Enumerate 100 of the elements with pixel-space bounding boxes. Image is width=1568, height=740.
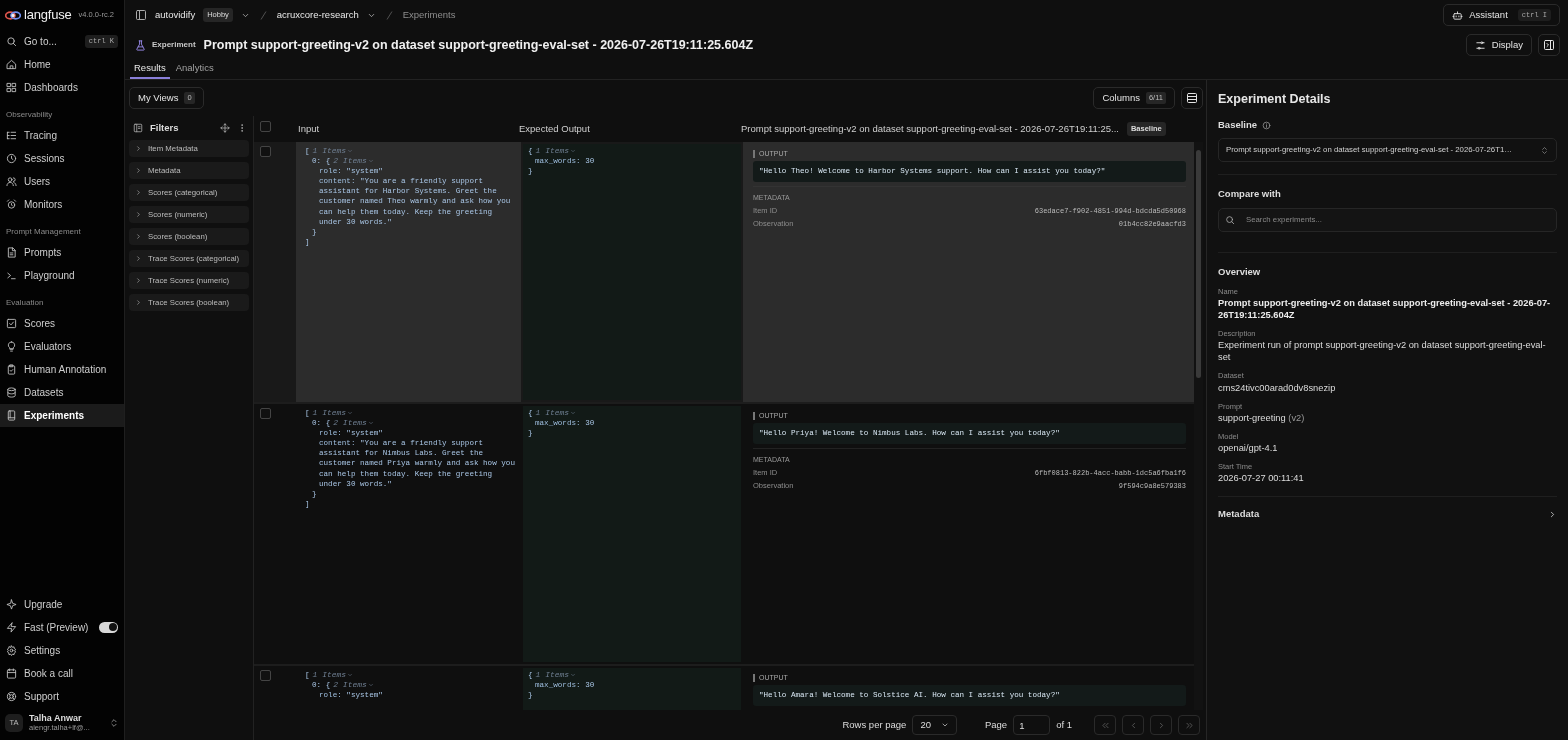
sidebar-item[interactable]: Datasets	[0, 381, 124, 404]
chevron-down-icon	[367, 681, 374, 688]
chevron-down-icon	[347, 147, 354, 154]
item-count-toggle[interactable]: 1 Items	[532, 408, 577, 417]
sidebar-item[interactable]: Dashboards	[0, 76, 124, 99]
home-icon	[6, 59, 17, 70]
item-count-toggle[interactable]: 1 Items	[532, 146, 577, 155]
settings-icon	[6, 644, 17, 656]
field-value: openai/gpt-4.1	[1218, 442, 1279, 454]
sidebar-item[interactable]: Prompts	[0, 241, 124, 264]
logo-icon	[5, 9, 21, 21]
field-value: Prompt support-greeting-v2 on dataset support-greeting-eval-set - 2026-07-26T19:11:25.604Z	[1218, 297, 1552, 321]
field-label: Compare with	[1218, 187, 1281, 202]
field-value: 2026-07-27 00:11:41	[1218, 472, 1305, 485]
toggle-switch[interactable]	[99, 621, 118, 633]
lightbulb-icon	[6, 341, 17, 352]
lightning-icon	[6, 621, 17, 633]
sidebar-item[interactable]: Settings	[0, 638, 124, 662]
section-label: Observability	[5, 109, 54, 121]
page-kind-label: Experiment	[152, 39, 196, 51]
sidebar-item[interactable]: Monitors	[0, 193, 124, 216]
sidebar-toggle-icon	[135, 9, 147, 21]
user-name: Talha Anwar	[29, 713, 83, 724]
search-icon	[6, 36, 17, 47]
sidebar-toggle-button[interactable]	[135, 9, 147, 21]
chevron-up-down-icon[interactable]	[109, 717, 119, 728]
rows-per-page-select[interactable]: 20	[912, 715, 957, 735]
column-header: Prompt support-greeting-v2 on dataset support-greeting-eval-set - 2026-07-26T19:11:25...	[741, 121, 1119, 136]
first-page-button[interactable]	[1094, 715, 1116, 735]
chevron-up-down-icon	[1540, 145, 1549, 155]
column-header: Expected Output	[519, 122, 590, 134]
checkbox[interactable]	[260, 121, 271, 133]
item-count-toggle[interactable]: 1 Items	[532, 670, 577, 679]
column-header: Input	[298, 122, 320, 134]
display-button[interactable]: Display	[1465, 34, 1532, 56]
last-page-button[interactable]	[1178, 715, 1200, 735]
page-input[interactable]: 1	[1013, 715, 1051, 735]
table-row[interactable]	[254, 142, 1194, 404]
checkbox-icon	[6, 318, 17, 329]
item-count-toggle[interactable]: 1 Items	[309, 408, 354, 417]
metadata-expander[interactable]: Metadata	[1218, 507, 1557, 522]
info-icon	[1262, 120, 1272, 130]
tab[interactable]: Results	[130, 60, 170, 79]
logo-text: langfuse	[24, 6, 72, 25]
page-label: Page	[984, 717, 1008, 732]
field-value: support-greeting (v2)	[1218, 411, 1306, 424]
page-count-label: of 1	[1056, 717, 1072, 732]
row-height-button[interactable]	[1181, 87, 1203, 109]
sidebar-item[interactable]: Users	[0, 170, 124, 193]
database-icon	[6, 387, 17, 398]
checkbox[interactable]	[260, 670, 271, 681]
toggle-label: Fast (Preview)	[24, 620, 89, 635]
alarm-clock-icon	[6, 199, 17, 210]
book-icon	[6, 410, 17, 421]
section-label: Prompt Management	[5, 226, 82, 238]
calendar-icon	[6, 667, 17, 679]
previous-page-button[interactable]	[1122, 715, 1144, 735]
chevron-down-icon	[570, 147, 577, 154]
tab[interactable]: Analytics	[171, 60, 218, 79]
sidebar-item[interactable]: Evaluators	[0, 335, 124, 358]
rows-icon	[1186, 92, 1198, 104]
sidebar-item[interactable]: Sessions	[0, 147, 124, 170]
robot-icon	[1452, 9, 1464, 21]
sidebar-item[interactable]: Human Annotation	[0, 358, 124, 381]
field-label: Baseline	[1218, 118, 1258, 132]
sidebar-item[interactable]: Support	[0, 684, 124, 708]
panel-toggle-button[interactable]	[1538, 34, 1560, 56]
sidebar-item[interactable]: Home	[0, 53, 124, 76]
sidebar-item[interactable]: Book a call	[0, 661, 124, 685]
table-row[interactable]	[254, 404, 1194, 666]
filters-title: Filters	[150, 120, 180, 135]
flask-icon	[135, 39, 146, 51]
clipboard-icon	[6, 364, 17, 375]
chevron-down-icon	[570, 671, 577, 678]
item-count-toggle[interactable]: 2 Items	[330, 156, 374, 166]
move-icon[interactable]	[220, 123, 230, 133]
chevron-down-icon	[367, 157, 374, 164]
item-count-toggle[interactable]: 2 Items	[330, 418, 374, 428]
sliders-icon	[1474, 39, 1486, 51]
item-count-toggle[interactable]: 2 Items	[330, 680, 374, 690]
sidebar-item[interactable]: Upgrade	[0, 592, 124, 616]
users-icon	[6, 176, 17, 187]
filter-panel-icon[interactable]	[133, 123, 143, 133]
item-count-toggle[interactable]: 1 Items	[309, 146, 354, 155]
sidebar-item[interactable]: Experiments	[0, 404, 124, 427]
chevron-down-icon	[347, 671, 354, 678]
sidebar-item[interactable]: Playground	[0, 264, 124, 287]
field-value: cms24tivc00arad0dv8snezip	[1218, 381, 1337, 394]
checkbox[interactable]	[260, 146, 271, 157]
breadcrumb-link[interactable]: Experiments	[402, 7, 456, 23]
sidebar-item[interactable]: Tracing	[0, 124, 124, 147]
item-count-toggle[interactable]: 1 Items	[309, 670, 354, 679]
field-value: Experiment run of prompt support-greeting-v2 on dataset support-greeting-eval-set	[1218, 339, 1547, 364]
lifebuoy-icon	[6, 690, 17, 702]
next-page-button[interactable]	[1150, 715, 1172, 735]
breadcrumb-link[interactable]: autovidify	[155, 7, 196, 23]
checkbox[interactable]	[260, 408, 271, 419]
section-label: Evaluation	[5, 297, 45, 309]
sidebar-item[interactable]: Scores	[0, 312, 124, 335]
breadcrumb-link[interactable]: acruxcore-research	[276, 7, 359, 23]
